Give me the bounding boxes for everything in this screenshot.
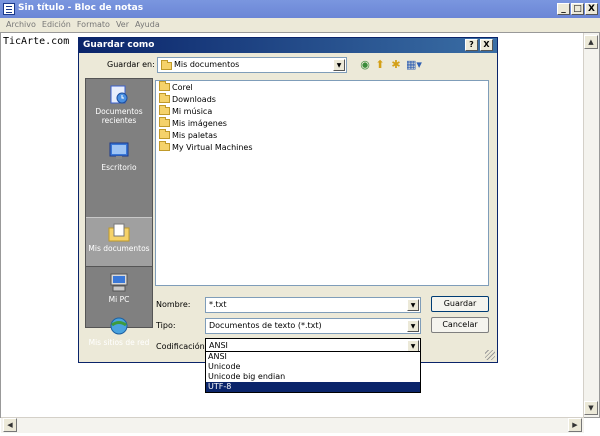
vertical-scrollbar[interactable]: ▲ ▼ — [583, 33, 599, 417]
notepad-title: Sin título - Bloc de notas — [18, 3, 144, 13]
place-label: Mis documentos — [88, 244, 150, 253]
place-my-computer[interactable]: Mi PC — [86, 269, 152, 307]
encoding-option-unicode-big-endian[interactable]: Unicode big endian — [206, 372, 420, 382]
place-recent-documents[interactable]: Documentos recientes — [86, 81, 152, 135]
save-in-value: Mis documentos — [174, 60, 240, 69]
place-label: Documentos recientes — [95, 107, 143, 125]
file-name: Mi música — [172, 107, 213, 116]
type-label: Tipo: — [156, 321, 176, 330]
menu-ayuda[interactable]: Ayuda — [135, 18, 160, 32]
list-item[interactable]: Mis imágenes — [159, 116, 227, 130]
place-label: Mi PC — [108, 295, 130, 304]
encoding-options-list[interactable]: ANSI Unicode Unicode big endian UTF-8 — [205, 351, 421, 393]
place-network[interactable]: Mis sitios de red — [86, 312, 152, 352]
file-name: Mis paletas — [172, 131, 218, 140]
name-label: Nombre: — [156, 300, 191, 309]
folder-icon — [159, 140, 170, 151]
folder-icon — [159, 92, 170, 103]
scroll-down-arrow-icon[interactable]: ▼ — [584, 401, 598, 415]
save-in-dropdown[interactable]: Mis documentos ▼ — [157, 57, 347, 73]
file-name: My Virtual Machines — [172, 143, 253, 152]
save-as-dialog: Guardar como ? X Guardar en: Mis documen… — [78, 37, 498, 363]
chevron-down-icon[interactable]: ▼ — [333, 59, 345, 71]
chevron-down-icon[interactable]: ▼ — [407, 299, 419, 311]
scroll-left-arrow-icon[interactable]: ◀ — [3, 418, 17, 432]
new-folder-icon[interactable]: ✱ — [389, 58, 403, 72]
place-label: Escritorio — [101, 163, 137, 172]
list-item[interactable]: Mi música — [159, 104, 213, 118]
minimize-button[interactable]: _ — [557, 3, 570, 15]
menu-formato[interactable]: Formato — [77, 18, 110, 32]
network-places-icon — [108, 316, 130, 336]
encoding-option-ansi[interactable]: ANSI — [206, 352, 420, 362]
horizontal-scrollbar[interactable]: ◀ ▶ — [1, 417, 584, 433]
dialog-title-bar[interactable]: Guardar como ? X — [79, 38, 497, 53]
my-computer-icon — [108, 273, 130, 293]
encoding-label: Codificación: — [156, 342, 208, 351]
file-name: Mis imágenes — [172, 119, 227, 128]
folder-icon — [159, 80, 170, 91]
dialog-close-button[interactable]: X — [480, 39, 493, 51]
folder-icon — [159, 128, 170, 139]
list-item[interactable]: Mis paletas — [159, 128, 218, 142]
menu-bar: Archivo Edición Formato Ver Ayuda — [0, 18, 600, 32]
maximize-button[interactable]: □ — [571, 3, 584, 15]
encoding-option-utf8[interactable]: UTF-8 — [206, 382, 420, 392]
file-name: Downloads — [172, 95, 216, 104]
up-folder-icon[interactable]: ⬆ — [373, 58, 387, 72]
notepad-title-bar[interactable]: Sin título - Bloc de notas _ □ X — [0, 0, 600, 18]
place-desktop[interactable]: Escritorio — [86, 137, 152, 183]
place-my-documents[interactable]: Mis documentos — [86, 217, 152, 267]
file-name-field[interactable]: *.txt ▼ — [205, 297, 421, 313]
save-button[interactable]: Guardar — [431, 296, 489, 312]
music-folder-icon — [159, 104, 170, 115]
file-name: Corel — [172, 83, 193, 92]
place-label: Mis sitios de red — [88, 338, 150, 347]
cancel-button[interactable]: Cancelar — [431, 317, 489, 333]
chevron-down-icon[interactable]: ▼ — [407, 320, 419, 332]
list-item[interactable]: Downloads — [159, 92, 216, 106]
list-item[interactable]: My Virtual Machines — [159, 140, 253, 154]
menu-archivo[interactable]: Archivo — [6, 18, 36, 32]
file-name-value: *.txt — [209, 300, 227, 309]
scroll-up-arrow-icon[interactable]: ▲ — [584, 35, 598, 49]
menu-ver[interactable]: Ver — [116, 18, 129, 32]
save-in-label: Guardar en: — [107, 60, 155, 69]
encoding-option-unicode[interactable]: Unicode — [206, 362, 420, 372]
menu-edicion[interactable]: Edición — [42, 18, 71, 32]
scroll-right-arrow-icon[interactable]: ▶ — [568, 418, 582, 432]
dialog-title: Guardar como — [83, 40, 155, 50]
pictures-folder-icon — [159, 116, 170, 127]
view-menu-icon[interactable]: ▦▾ — [405, 58, 423, 72]
back-icon[interactable]: ◉ — [358, 58, 372, 72]
file-list[interactable]: Corel Downloads Mi música Mis imágenes M… — [155, 80, 489, 286]
help-button[interactable]: ? — [465, 39, 478, 51]
desktop-icon — [108, 141, 130, 161]
editor-text: TicArte.com — [3, 36, 70, 47]
close-button[interactable]: X — [585, 3, 598, 15]
file-type-value: Documentos de texto (*.txt) — [209, 321, 322, 330]
folder-icon — [161, 60, 172, 70]
places-bar: Documentos recientes Escritorio Mis docu… — [85, 78, 153, 347]
recent-documents-icon — [108, 85, 130, 105]
file-type-dropdown[interactable]: Documentos de texto (*.txt) ▼ — [205, 318, 421, 334]
notepad-app-icon — [3, 3, 15, 15]
my-documents-icon — [108, 222, 130, 242]
encoding-value: ANSI — [209, 341, 228, 350]
resize-grip[interactable] — [485, 350, 495, 360]
